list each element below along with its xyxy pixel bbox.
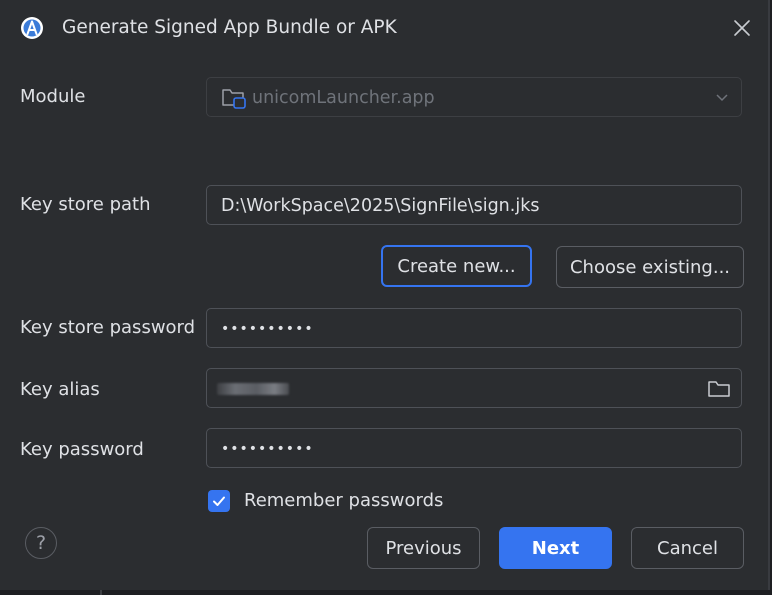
ide-divider [100,590,102,595]
previous-button[interactable]: Previous [367,527,480,569]
module-folder-icon [222,89,246,109]
generate-signed-bundle-dialog: Generate Signed App Bundle or APK Module… [0,0,770,592]
next-button[interactable]: Next [499,527,612,569]
remember-passwords-checkbox[interactable] [208,490,230,512]
chevron-down-icon [716,94,728,102]
cancel-button[interactable]: Cancel [631,527,744,569]
dialog-title: Generate Signed App Bundle or APK [62,17,397,38]
android-studio-icon [21,17,43,39]
module-value: unicomLauncher.app [252,88,435,108]
folder-icon[interactable] [707,378,731,400]
module-label: Module [20,86,86,107]
key-store-path-value: D:\WorkSpace\2025\SignFile\sign.jks [221,196,540,216]
key-password-input[interactable]: •••••••••• [206,428,742,468]
checkmark-icon [213,496,225,506]
key-store-path-input[interactable]: D:\WorkSpace\2025\SignFile\sign.jks [206,185,742,225]
create-new-button[interactable]: Create new... [381,245,532,287]
background-ide-strip [0,590,772,595]
key-store-password-value: •••••••••• [221,321,314,337]
help-button[interactable]: ? [25,527,57,559]
module-select: unicomLauncher.app [206,77,742,117]
close-icon[interactable] [729,15,755,41]
key-alias-label: Key alias [20,379,100,400]
remember-passwords-label: Remember passwords [244,490,444,511]
key-store-path-label: Key store path [20,194,151,215]
choose-existing-button[interactable]: Choose existing... [556,246,744,288]
key-password-value: •••••••••• [221,441,314,457]
redacted-alias-value [217,383,289,395]
key-store-password-input[interactable]: •••••••••• [206,308,742,348]
key-store-password-label: Key store password [20,317,196,338]
key-alias-input[interactable] [206,368,742,408]
key-password-label: Key password [20,439,144,460]
dialog-titlebar: Generate Signed App Bundle or APK [0,0,768,56]
